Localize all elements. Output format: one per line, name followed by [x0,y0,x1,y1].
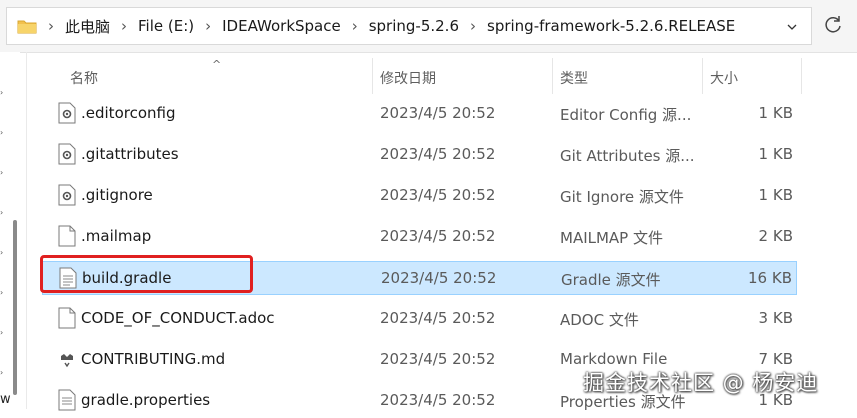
file-row[interactable]: .mailmap 2023/4/5 20:52 MAILMAP 文件 2 KB [42,220,797,254]
config-file-icon [58,143,76,165]
file-row[interactable]: .gitignore 2023/4/5 20:52 Git Ignore 源文件… [42,179,797,213]
file-type: ADOC 文件 [560,311,639,329]
file-row[interactable]: .gitattributes 2023/4/5 20:52 Git Attrib… [42,138,797,172]
refresh-icon[interactable] [822,14,844,36]
file-size: 7 KB [758,350,793,368]
chevron-down-icon[interactable] [787,22,797,32]
breadcrumb-drive[interactable]: File (E:) [138,17,194,35]
column-separator[interactable] [372,58,373,94]
file-type: Gradle 源文件 [561,271,661,289]
expand-arrow-icon[interactable]: › [0,248,3,257]
file-type: Markdown File [560,350,668,368]
breadcrumb-separator: › [351,17,358,35]
file-name: CONTRIBUTING.md [81,350,226,368]
file-name: CODE_OF_CONDUCT.adoc [81,309,275,327]
file-type: MAILMAP 文件 [560,229,664,247]
column-separator[interactable] [702,58,703,94]
blank-file-icon [58,307,76,329]
blank-file-icon [58,225,76,247]
breadcrumb[interactable]: › 此电脑 › File (E:) › IDEAWorkSpace › spri… [6,7,812,45]
file-date: 2023/4/5 20:52 [380,350,496,368]
highlight-annotation [40,255,253,293]
expand-arrow-icon[interactable]: › [0,168,3,177]
file-date: 2023/4/5 20:52 [380,145,496,163]
file-type: Git Attributes 源... [560,147,695,165]
nav-scrollbar[interactable] [13,220,17,395]
file-date: 2023/4/5 20:52 [380,309,496,327]
file-date: 2023/4/5 20:52 [380,186,496,204]
column-separator[interactable] [801,58,802,94]
file-date: 2023/4/5 20:52 [380,227,496,245]
file-size: 2 KB [758,227,793,245]
breadcrumb-spring[interactable]: spring-5.2.6 [369,17,459,35]
column-separator[interactable] [552,58,553,94]
file-size: 1 KB [758,186,793,204]
file-size: 16 KB [748,269,792,287]
file-date: 2023/4/5 20:52 [380,104,496,122]
column-date-modified[interactable]: 修改日期 [380,68,436,88]
breadcrumb-separator: › [121,17,128,35]
address-bar: › 此电脑 › File (E:) › IDEAWorkSpace › spri… [0,0,857,53]
expand-arrow-icon[interactable]: › [0,328,3,337]
navigation-pane: › › › › › › › › [0,52,20,409]
expand-arrow-icon[interactable]: › [0,128,3,137]
file-size: 1 KB [758,145,793,163]
file-name: .gitattributes [81,145,179,163]
column-header: ^ 名称 修改日期 类型 大小 [27,58,857,96]
file-date: 2023/4/5 20:52 [380,391,496,409]
file-row[interactable]: .editorconfig 2023/4/5 20:52 Editor Conf… [42,97,797,131]
file-type: Git Ignore 源文件 [560,188,684,206]
text-file-icon [58,389,76,411]
breadcrumb-this-pc[interactable]: 此电脑 [65,16,110,37]
file-date: 2023/4/5 20:52 [381,269,497,287]
file-name: .gitignore [81,186,153,204]
markdown-file-icon [61,354,73,368]
file-type: Editor Config 源... [560,106,692,124]
expand-arrow-icon[interactable]: › [0,288,3,297]
column-size[interactable]: 大小 [710,68,738,88]
nav-item-label[interactable]: w [0,392,11,407]
expand-arrow-icon[interactable]: › [0,368,3,377]
expand-arrow-icon[interactable]: › [0,88,3,97]
breadcrumb-separator: › [48,17,54,35]
file-row[interactable]: CODE_OF_CONDUCT.adoc 2023/4/5 20:52 ADOC… [42,302,797,336]
watermark: 掘金技术社区 @ 杨安迪 [583,371,819,395]
column-name[interactable]: 名称 [70,68,98,88]
file-name: .editorconfig [81,104,176,122]
config-file-icon [58,184,76,206]
pane-divider[interactable] [26,52,27,409]
config-file-icon [58,102,76,124]
file-name: gradle.properties [81,391,211,409]
sort-ascending-icon: ^ [212,58,222,71]
breadcrumb-separator: › [470,17,476,35]
expand-arrow-icon[interactable]: › [0,208,3,217]
file-name: .mailmap [81,227,152,245]
breadcrumb-separator: › [205,17,212,35]
breadcrumb-current-folder[interactable]: spring-framework-5.2.6.RELEASE [487,17,735,35]
column-type[interactable]: 类型 [560,68,588,88]
breadcrumb-workspace[interactable]: IDEAWorkSpace [222,17,341,35]
file-size: 1 KB [758,104,793,122]
folder-icon [17,20,37,34]
file-size: 3 KB [758,309,793,327]
